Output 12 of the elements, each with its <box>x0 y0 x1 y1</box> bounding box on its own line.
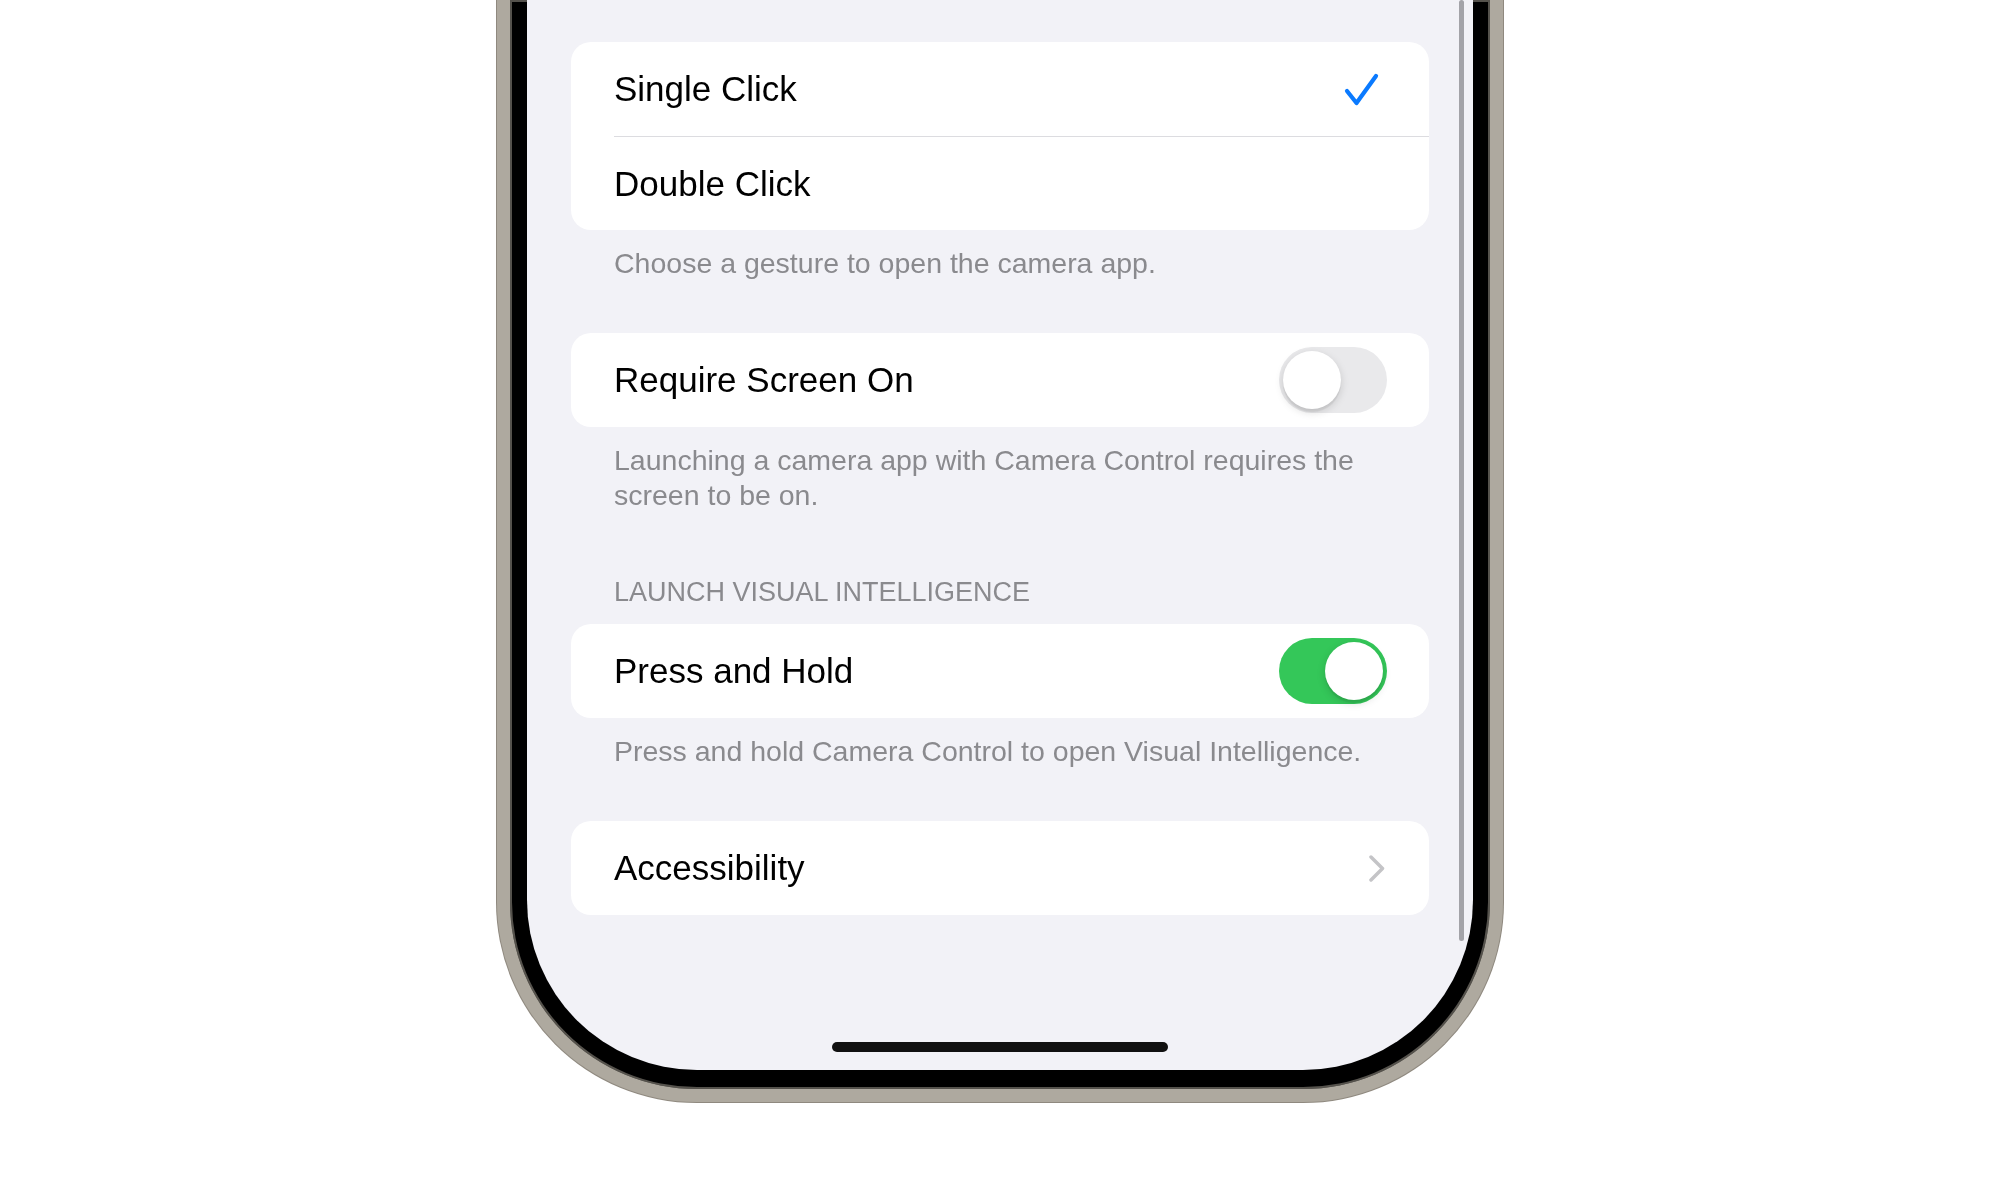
nav-row[interactable]: Accessibility <box>571 821 1429 915</box>
option-row[interactable]: Double Click <box>571 136 1429 230</box>
setting-label: Require Screen On <box>614 360 914 400</box>
setting-label: Press and Hold <box>614 651 854 691</box>
toggle-switch[interactable] <box>1279 347 1387 413</box>
option-row[interactable]: Single Click <box>571 42 1429 136</box>
section-footer: Launching a camera app with Camera Control requires the screen to be on. <box>571 443 1429 513</box>
section-footer: Press and hold Camera Control to open Visual Intelligence. <box>571 734 1429 769</box>
chevron-right-icon <box>1369 854 1385 882</box>
toggle-switch[interactable] <box>1279 638 1387 704</box>
section-header: LAUNCH VISUAL INTELLIGENCE <box>613 576 1032 609</box>
section-footer: Choose a gesture to open the camera app. <box>571 246 1429 281</box>
